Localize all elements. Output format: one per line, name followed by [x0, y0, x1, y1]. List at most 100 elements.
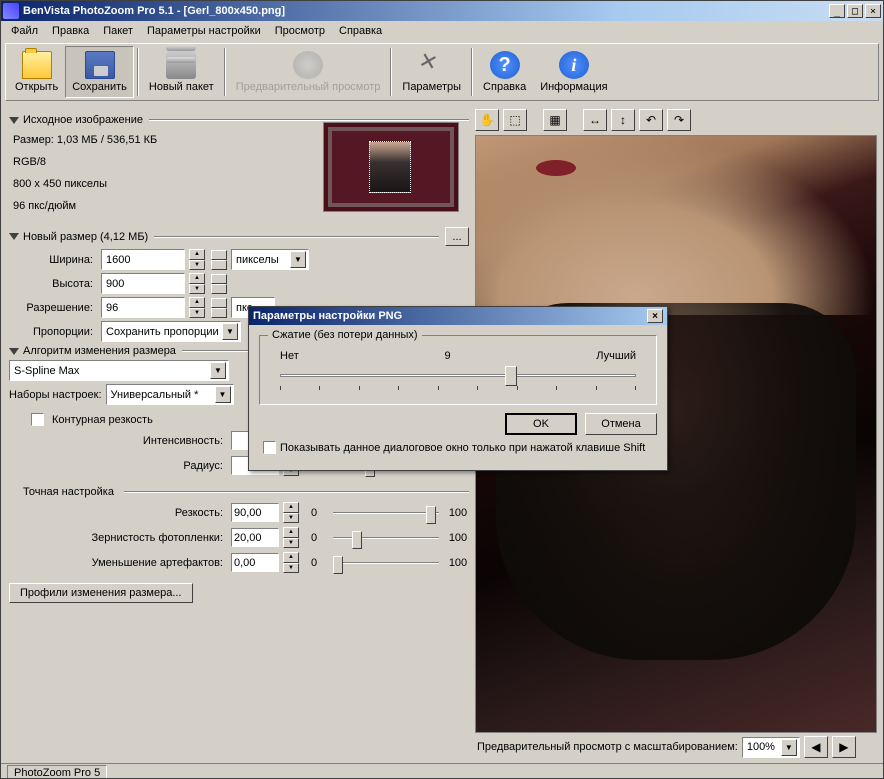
png-settings-dialog: Параметры настройки PNG × Сжатие (без по… — [248, 306, 668, 471]
params-button[interactable]: Параметры — [395, 46, 468, 98]
prev-button[interactable]: ◀ — [804, 736, 828, 758]
maximize-button[interactable]: □ — [847, 4, 863, 18]
preset-label: Наборы настроек: — [9, 389, 102, 401]
info-icon: i — [559, 51, 589, 79]
tools-icon — [417, 51, 447, 79]
slider-max-label: Лучший — [596, 350, 636, 362]
sharp-label: Резкость: — [9, 507, 227, 519]
compression-slider[interactable] — [280, 366, 636, 390]
artifact-input[interactable] — [231, 553, 279, 572]
prop-combo[interactable]: Сохранить пропорции▼ — [101, 321, 241, 342]
res-label: Разрешение: — [9, 302, 97, 314]
preset-combo[interactable]: Универсальный *▼ — [106, 384, 234, 405]
menu-file[interactable]: Файл — [5, 23, 44, 39]
save-button[interactable]: Сохранить — [65, 46, 134, 98]
profiles-button[interactable]: Профили изменения размера... — [9, 583, 193, 603]
sharp-spinner[interactable]: ▲▼ — [283, 502, 299, 523]
menu-edit[interactable]: Правка — [46, 23, 95, 39]
zoom-combo[interactable]: 100%▼ — [742, 737, 800, 758]
preview-toolbar: ✋ ⬚ ▦ ↔ ↕ ↶ ↷ — [473, 107, 879, 133]
flip-v-button[interactable]: ↕ — [611, 109, 635, 131]
cancel-button[interactable]: Отмена — [585, 413, 657, 435]
grain-input[interactable] — [231, 528, 279, 547]
tuning-label: Точная настройка — [23, 486, 114, 498]
window-title: BenVista PhotoZoom Pro 5.1 - [Gerl_800x4… — [23, 5, 829, 17]
contour-label: Контурная резкость — [52, 414, 153, 426]
help-button[interactable]: ?Справка — [476, 46, 533, 98]
menu-settings[interactable]: Параметры настройки — [141, 23, 267, 39]
thumbnail[interactable] — [323, 122, 459, 212]
method-combo[interactable]: S-Spline Max▼ — [9, 360, 229, 381]
chevron-down-icon: ▼ — [781, 739, 797, 756]
status-text: PhotoZoom Pro 5 — [7, 765, 107, 779]
sharp-input[interactable] — [231, 503, 279, 522]
link-button[interactable] — [211, 260, 227, 270]
grain-slider[interactable] — [333, 529, 439, 547]
chevron-down-icon: ▼ — [222, 323, 238, 340]
artifact-spinner[interactable]: ▲▼ — [283, 552, 299, 573]
radius-label: Радиус: — [9, 460, 227, 472]
width-spinner[interactable]: ▲▼ — [189, 249, 205, 270]
dialog-close-button[interactable]: × — [647, 309, 663, 323]
flip-h-button[interactable]: ↔ — [583, 109, 607, 131]
sharp-slider[interactable] — [333, 504, 439, 522]
contour-checkbox[interactable] — [31, 413, 44, 426]
menu-view[interactable]: Просмотр — [269, 23, 331, 39]
thumbnail-selection[interactable] — [369, 141, 411, 193]
toolbar-separator — [390, 48, 392, 96]
preview-button[interactable]: Предварительный просмотр — [229, 46, 388, 98]
disclosure-icon[interactable] — [9, 348, 19, 355]
dialog-title-text: Параметры настройки PNG — [253, 310, 402, 322]
slider-min-label: Нет — [280, 350, 299, 362]
hand-tool-button[interactable]: ✋ — [475, 109, 499, 131]
height-input[interactable] — [101, 273, 185, 294]
width-input[interactable] — [101, 249, 185, 270]
info-button[interactable]: iИнформация — [533, 46, 614, 98]
folder-icon — [22, 51, 52, 79]
ok-button[interactable]: OK — [505, 413, 577, 435]
chevron-down-icon: ▼ — [215, 386, 231, 403]
disclosure-icon[interactable] — [9, 117, 19, 124]
width-label: Ширина: — [9, 254, 97, 266]
toolbar-separator — [224, 48, 226, 96]
disclosure-icon[interactable] — [9, 233, 19, 240]
slider-value-label: 9 — [444, 350, 450, 362]
next-button[interactable]: ▶ — [832, 736, 856, 758]
link-button[interactable] — [211, 284, 227, 294]
select-tool-button[interactable]: ⬚ — [503, 109, 527, 131]
newsize-header: Новый размер (4,12 МБ) — [23, 231, 148, 243]
rotate-ccw-button[interactable]: ↶ — [639, 109, 663, 131]
toolbar: Открыть Сохранить Новый пакет Предварите… — [5, 43, 879, 101]
artifact-label: Уменьшение артефактов: — [9, 557, 227, 569]
open-button[interactable]: Открыть — [8, 46, 65, 98]
preview-bottom-bar: Предварительный просмотр с масштабирован… — [473, 735, 879, 759]
preview-icon — [293, 51, 323, 79]
shift-only-label: Показывать данное диалоговое окно только… — [280, 442, 645, 454]
menu-help[interactable]: Справка — [333, 23, 388, 39]
more-button[interactable]: ... — [445, 227, 469, 246]
shift-only-checkbox[interactable] — [263, 441, 276, 454]
slider-thumb[interactable] — [505, 366, 517, 386]
statusbar: PhotoZoom Pro 5 — [1, 763, 883, 779]
chevron-down-icon: ▼ — [210, 362, 226, 379]
prop-label: Пропорции: — [9, 326, 97, 338]
close-button[interactable]: × — [865, 4, 881, 18]
unit-combo[interactable]: пикселы▼ — [231, 249, 309, 270]
grain-spinner[interactable]: ▲▼ — [283, 527, 299, 548]
link-button[interactable] — [211, 298, 227, 308]
link-button[interactable] — [211, 308, 227, 318]
question-icon: ? — [490, 51, 520, 79]
link-button[interactable] — [211, 250, 227, 260]
main-window: BenVista PhotoZoom Pro 5.1 - [Gerl_800x4… — [0, 0, 884, 779]
grid-button[interactable]: ▦ — [543, 109, 567, 131]
rotate-cw-button[interactable]: ↷ — [667, 109, 691, 131]
minimize-button[interactable]: _ — [829, 4, 845, 18]
res-spinner[interactable]: ▲▼ — [189, 297, 205, 318]
res-input[interactable] — [101, 297, 185, 318]
height-spinner[interactable]: ▲▼ — [189, 273, 205, 294]
artifact-slider[interactable] — [333, 554, 439, 572]
menu-batch[interactable]: Пакет — [97, 23, 139, 39]
new-batch-button[interactable]: Новый пакет — [142, 46, 221, 98]
link-button[interactable] — [211, 274, 227, 284]
disk-icon — [85, 51, 115, 79]
